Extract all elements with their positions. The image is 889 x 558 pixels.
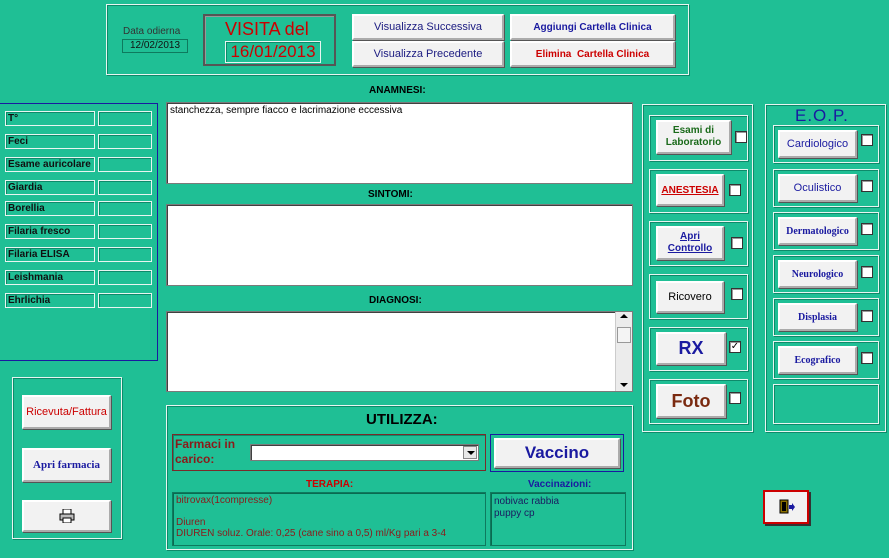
- scroll-thumb[interactable]: [617, 327, 631, 343]
- filaria-elisa-field[interactable]: [98, 247, 152, 262]
- open-control-button[interactable]: Apri Controllo: [656, 226, 724, 260]
- visit-date: 16/01/2013: [225, 41, 321, 63]
- terapia-line: DIUREN soluz. Orale: 0,25 (cane sino a 0…: [176, 528, 447, 539]
- terapia-box[interactable]: bitrovax(1compresse) Diuren DIUREN soluz…: [172, 492, 486, 546]
- delete-label-b: Cartella Clinica: [576, 48, 650, 60]
- sidebar-item-borellia: Borellia: [5, 201, 95, 216]
- sintomi-textarea[interactable]: [166, 204, 633, 286]
- dysplasia-checkbox[interactable]: [861, 310, 873, 322]
- diagnosi-label: DIAGNOSI:: [369, 295, 422, 306]
- vaccino-button[interactable]: Vaccino: [494, 438, 620, 468]
- sidebar-item-filaria-fresco: Filaria fresco: [5, 224, 95, 239]
- farmaci-select[interactable]: [250, 444, 479, 461]
- vaccinazioni-line: puppy cp: [494, 508, 535, 519]
- filaria-fresco-field[interactable]: [98, 224, 152, 239]
- ophthalmology-button[interactable]: Oculistico: [778, 174, 857, 202]
- scroll-up-icon[interactable]: [620, 314, 628, 318]
- terapia-line: Diuren: [176, 517, 206, 528]
- terapia-line: bitrovax(1compresse): [176, 495, 273, 506]
- borellia-field[interactable]: [98, 201, 152, 216]
- hospitalization-button[interactable]: Ricovero: [656, 281, 724, 313]
- vaccinazioni-box[interactable]: nobivac rabbia puppy cp: [490, 492, 626, 546]
- ultrasound-button[interactable]: Ecografico: [778, 346, 857, 374]
- sintomi-label: SINTOMI:: [368, 189, 413, 200]
- delete-record-button[interactable]: Elimina Cartella Clinica: [510, 41, 675, 67]
- sidebar-item-feci: Feci: [5, 134, 95, 149]
- vaccinazioni-line: nobivac rabbia: [494, 496, 560, 507]
- sidebar-item-temperature: T°: [5, 111, 95, 126]
- anesthesia-checkbox[interactable]: [729, 184, 741, 196]
- dermatology-button[interactable]: Dermatologico: [778, 217, 857, 245]
- rx-button[interactable]: RX: [656, 332, 726, 365]
- farmaci-select-value: [251, 446, 254, 457]
- leishmania-field[interactable]: [98, 270, 152, 285]
- esame-auricolare-field[interactable]: [98, 157, 152, 172]
- giardia-field[interactable]: [98, 180, 152, 195]
- scroll-down-icon[interactable]: [620, 383, 628, 387]
- lab-exams-checkbox[interactable]: [735, 131, 747, 143]
- delete-label-a: Elimina: [535, 48, 572, 60]
- diagnosi-textarea[interactable]: [166, 311, 633, 392]
- sidebar-item-leishmania: Leishmania: [5, 270, 95, 285]
- farmaci-label: Farmaci in carico:: [175, 437, 236, 466]
- feci-field[interactable]: [98, 134, 152, 149]
- exit-door-icon: [779, 499, 795, 514]
- printer-icon: [59, 509, 74, 523]
- sidebar-item-giardia: Giardia: [5, 180, 95, 195]
- rx-checkbox[interactable]: ✓: [729, 341, 741, 353]
- neurology-button[interactable]: Neurologico: [778, 260, 857, 288]
- utilizza-title: UTILIZZA:: [366, 411, 438, 428]
- next-visit-button[interactable]: Visualizza Successiva: [352, 14, 504, 40]
- vaccinazioni-label: Vaccinazioni:: [528, 479, 592, 490]
- anesthesia-button[interactable]: ANESTESIA: [656, 174, 724, 206]
- date-label: Data odierna: [123, 26, 181, 37]
- diagnosi-scrollbar[interactable]: [615, 312, 632, 391]
- visit-box: VISITA del 16/01/2013: [203, 14, 336, 66]
- dermatology-checkbox[interactable]: [861, 223, 873, 235]
- open-control-checkbox[interactable]: [731, 237, 743, 249]
- date-value: 12/02/2013: [122, 39, 188, 53]
- terapia-line: [176, 506, 482, 517]
- anamnesi-textarea[interactable]: stanchezza, sempre fiacco e lacrimazione…: [166, 102, 633, 184]
- temperature-field[interactable]: [98, 111, 152, 126]
- photo-checkbox[interactable]: [729, 392, 741, 404]
- sidebar-item-filaria-elisa: Filaria ELISA: [5, 247, 95, 262]
- anamnesi-label: ANAMNESI:: [369, 85, 426, 96]
- add-record-button[interactable]: Aggiungi Cartella Clinica: [510, 14, 675, 40]
- cardiology-checkbox[interactable]: [861, 134, 873, 146]
- receipt-invoice-button[interactable]: Ricevuta/Fattura: [22, 395, 111, 429]
- open-pharmacy-button[interactable]: Apri farmacia: [22, 448, 111, 482]
- neurology-checkbox[interactable]: [861, 266, 873, 278]
- dysplasia-button[interactable]: Displasia: [778, 303, 857, 331]
- eop-empty-cell: [773, 384, 879, 424]
- print-button[interactable]: [22, 500, 111, 532]
- previous-visit-button[interactable]: Visualizza Precedente: [352, 41, 504, 67]
- lab-exams-button[interactable]: Esami di Laboratorio: [656, 120, 731, 154]
- ophthalmology-checkbox[interactable]: [861, 180, 873, 192]
- chevron-down-icon[interactable]: [463, 446, 477, 459]
- eop-title: E.O.P.: [795, 106, 849, 125]
- ultrasound-checkbox[interactable]: [861, 352, 873, 364]
- visit-title: VISITA del: [225, 19, 309, 39]
- sidebar-item-esame-auricolare: Esame auricolare: [5, 157, 95, 172]
- hospitalization-checkbox[interactable]: [731, 288, 743, 300]
- sidebar-item-ehrlichia: Ehrlichia: [5, 293, 95, 308]
- ehrlichia-field[interactable]: [98, 293, 152, 308]
- terapia-label: TERAPIA:: [306, 479, 354, 490]
- photo-button[interactable]: Foto: [656, 384, 726, 418]
- exit-button[interactable]: [763, 490, 809, 524]
- cardiology-button[interactable]: Cardiologico: [778, 130, 857, 158]
